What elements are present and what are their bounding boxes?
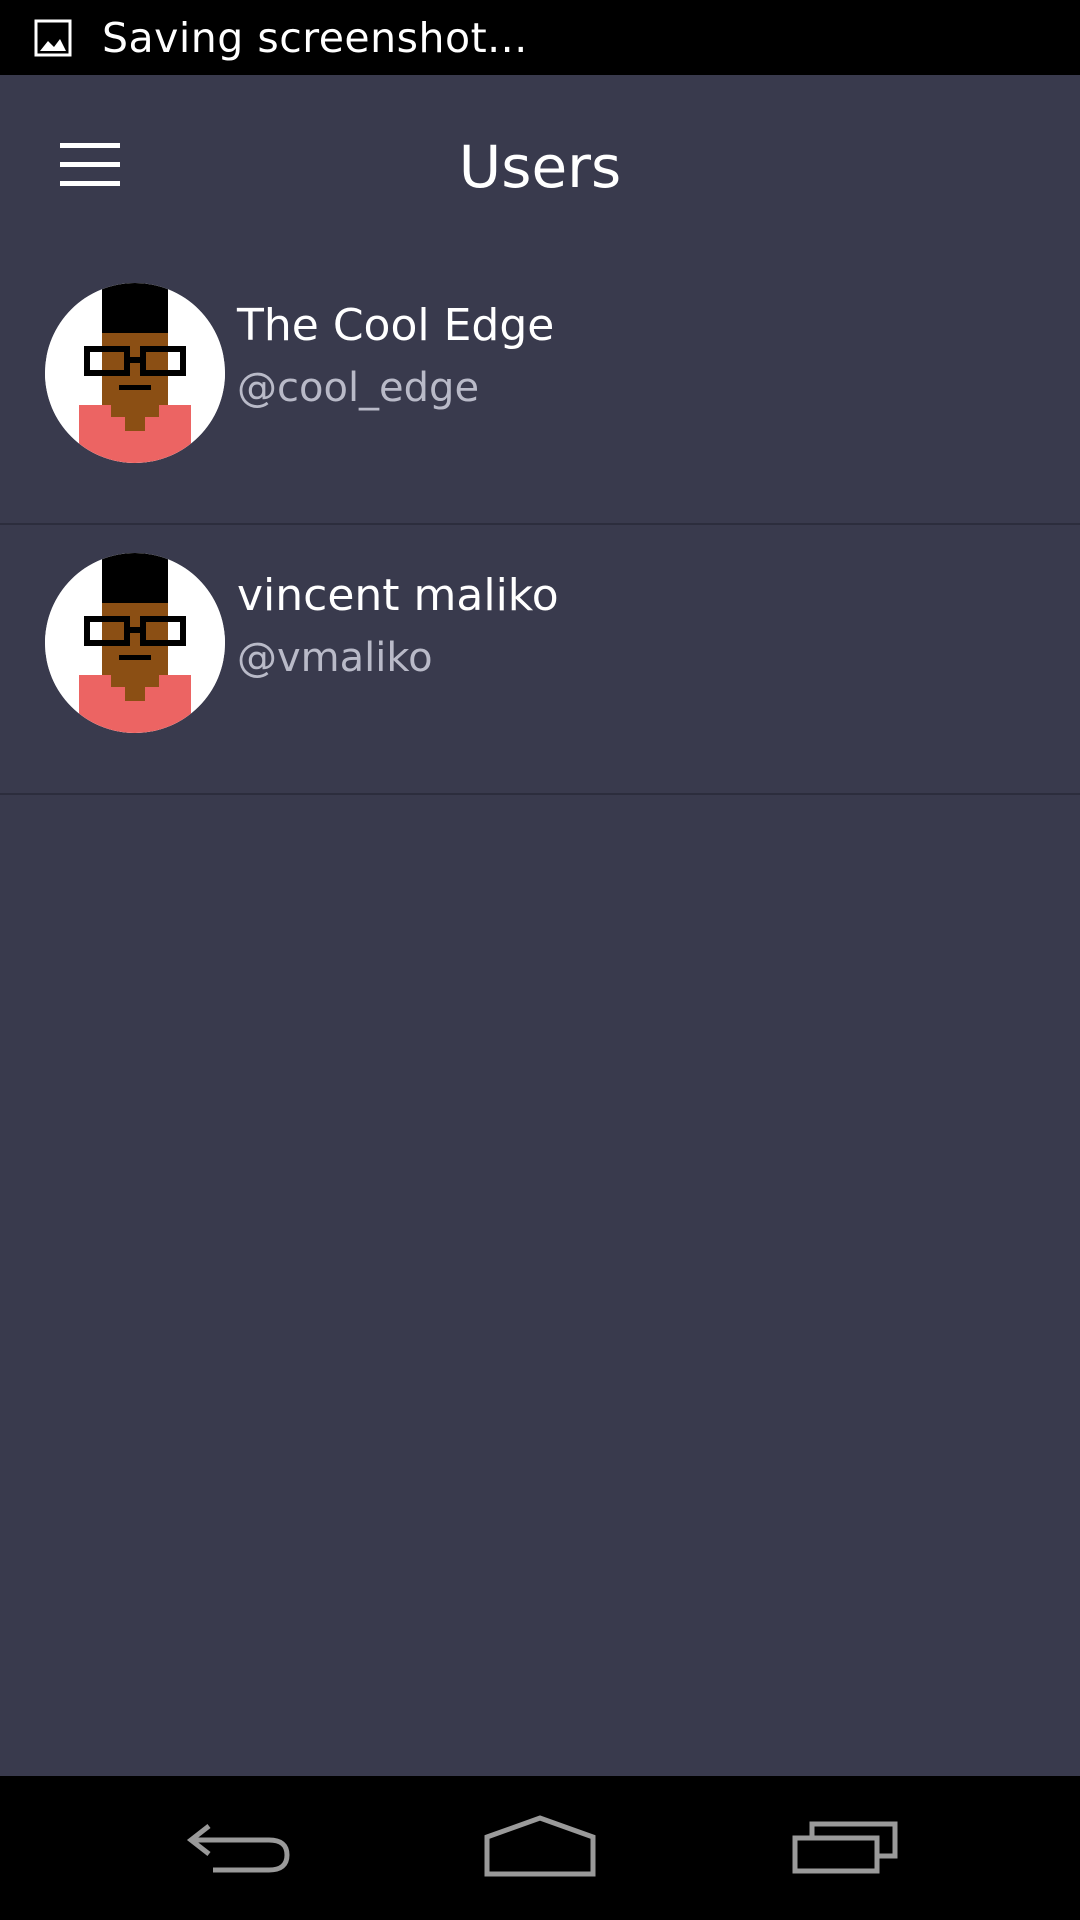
user-name: vincent maliko [237,570,559,621]
home-button[interactable] [470,1796,610,1896]
user-handle: @cool_edge [237,365,480,411]
avatar [45,553,225,733]
app-bar: Users [0,75,1080,255]
back-icon [186,1824,290,1873]
image-icon [34,19,72,57]
recent-apps-icon [792,1821,898,1874]
back-button[interactable] [170,1796,310,1896]
avatar [45,283,225,463]
user-list-item[interactable]: vincent maliko @vmaliko [0,525,1080,795]
status-notification-text: Saving screenshot... [102,13,528,62]
user-handle: @vmaliko [237,635,433,681]
navigation-bar [0,1776,1080,1920]
user-list: The Cool Edge @cool_edge vincent maliko … [0,255,1080,795]
home-icon [484,1815,596,1877]
status-bar: Saving screenshot... [0,0,1080,75]
recent-apps-button[interactable] [775,1796,915,1896]
page-title: Users [458,133,622,201]
user-list-item[interactable]: The Cool Edge @cool_edge [0,255,1080,525]
screen: Saving screenshot... Users The Cool Edge… [0,0,1080,1920]
user-name: The Cool Edge [237,300,555,351]
